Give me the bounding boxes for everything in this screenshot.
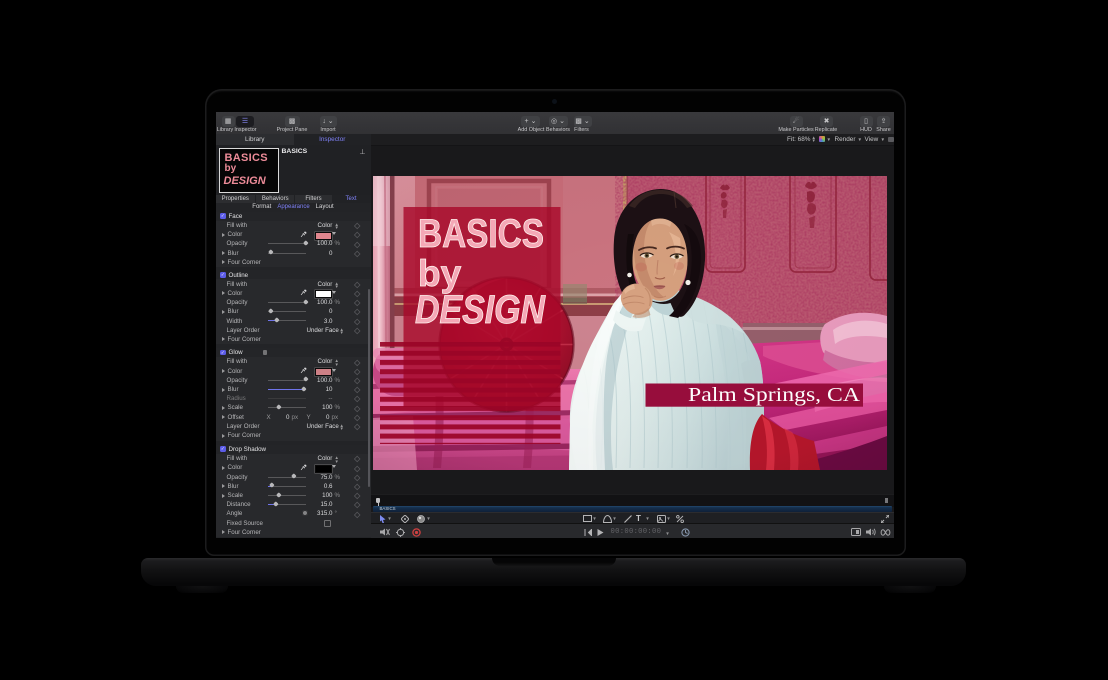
svg-text:BASICS: BASICS <box>418 212 544 256</box>
svg-text:DESIGN: DESIGN <box>415 288 546 332</box>
svg-text:Palm Springs, CA: Palm Springs, CA <box>688 384 860 406</box>
